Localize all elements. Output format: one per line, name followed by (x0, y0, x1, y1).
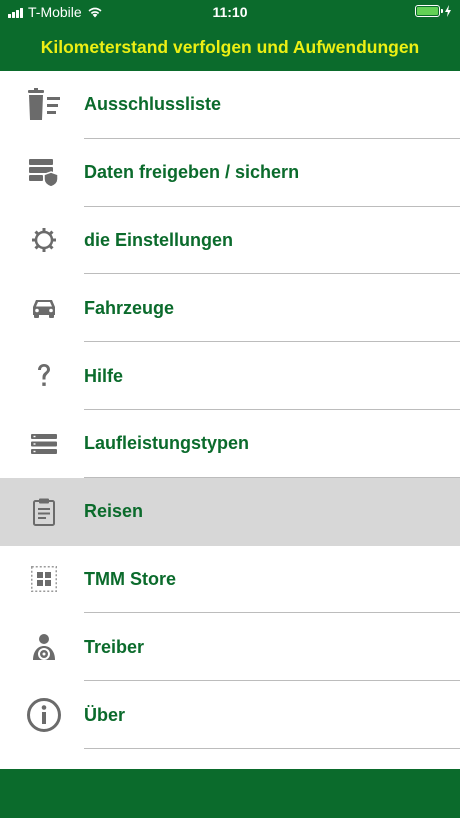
menu-label-einstellungen: die Einstellungen (84, 229, 234, 250)
menu-label-fahrzeuge: Fahrzeuge (84, 297, 175, 318)
clipboard-icon (22, 490, 66, 534)
app-header: Kilometerstand verfolgen und Aufwendunge… (0, 24, 460, 71)
status-right (415, 5, 452, 17)
battery-icon (415, 5, 443, 17)
info-icon (22, 693, 66, 737)
menu-item-daten-freigeben[interactable]: Daten freigeben / sichern (0, 138, 460, 207)
charging-bolt-icon (445, 5, 451, 17)
menu-item-hilfe[interactable]: Hilfe (0, 342, 460, 410)
menu-label-treiber: Treiber (84, 636, 145, 657)
menu-item-ausschlussliste[interactable]: Ausschlussliste (0, 71, 460, 139)
car-icon (22, 286, 66, 330)
list-rows-icon (22, 422, 66, 466)
menu-item-reisen[interactable]: Reisen (0, 477, 460, 546)
menu-item-einstellungen[interactable]: die Einstellungen (0, 206, 460, 275)
gear-icon (22, 218, 66, 262)
menu-item-fahrzeuge[interactable]: Fahrzeuge (0, 274, 460, 343)
menu-item-ueber[interactable]: Über (0, 681, 460, 749)
side-menu: Ausschlussliste Daten freigeben / sicher… (0, 71, 460, 749)
menu-label-reisen: Reisen (84, 501, 144, 522)
menu-item-treiber[interactable]: Treiber (0, 613, 460, 682)
menu-label-daten-freigeben: Daten freigeben / sichern (84, 162, 300, 183)
store-grid-icon (22, 557, 66, 601)
bottom-bar (0, 769, 460, 818)
menu-item-laufleistungstypen[interactable]: Laufleistungstypen (0, 409, 460, 478)
header-title: Kilometerstand verfolgen und Aufwendunge… (40, 37, 420, 57)
data-shield-icon (22, 151, 66, 195)
menu-label-ueber: Über (84, 704, 126, 725)
menu-label-ausschlussliste: Ausschlussliste (84, 94, 222, 115)
menu-label-tmm-store: TMM Store (84, 568, 176, 589)
question-icon (22, 354, 66, 398)
divider (84, 747, 460, 749)
menu-item-tmm-store[interactable]: TMM Store (0, 545, 460, 614)
menu-label-hilfe: Hilfe (84, 365, 124, 386)
clock: 11:10 (212, 4, 248, 20)
trash-list-icon (22, 83, 66, 127)
menu-label-laufleistungstypen: Laufleistungstypen (84, 433, 250, 454)
driver-icon (22, 625, 66, 669)
status-bar: T-Mobile 11:10 (0, 0, 460, 24)
battery-fill (417, 7, 438, 15)
